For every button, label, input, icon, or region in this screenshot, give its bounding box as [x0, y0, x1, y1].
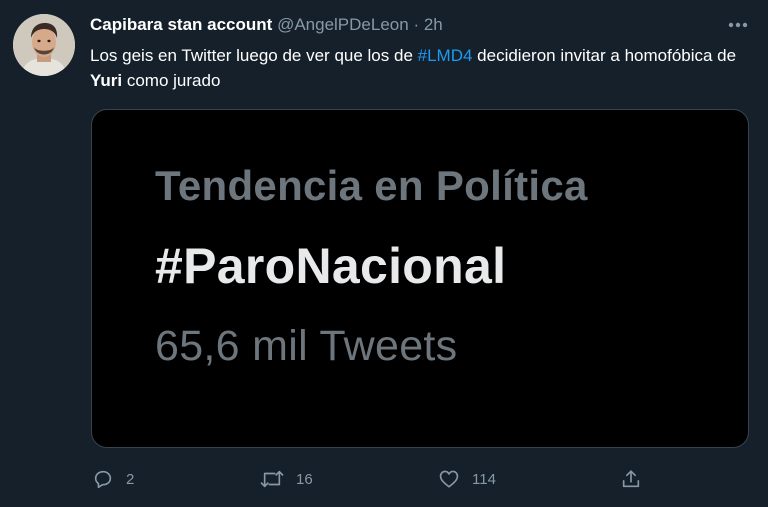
timestamp[interactable]: 2h [424, 15, 443, 34]
separator-dot: · [413, 15, 420, 34]
tweet-media-image[interactable]: Tendencia en Política #ParoNacional 65,6… [91, 109, 749, 448]
retweet-button[interactable]: 16 [260, 464, 313, 494]
hashtag-link[interactable]: #LMD4 [418, 46, 473, 65]
tweet-text: Los geis en Twitter luego de ver que los… [90, 43, 740, 93]
tweet-text-part2: decidieron invitar a homofóbica de [472, 46, 737, 65]
share-button[interactable] [620, 464, 642, 494]
retweet-icon [260, 470, 284, 488]
tweet-actions: 2 16 114 [90, 464, 650, 494]
like-button[interactable]: 114 [438, 464, 496, 494]
user-handle[interactable]: @AngelPDeLeon [277, 15, 409, 34]
more-dots-icon [728, 22, 748, 28]
like-count: 114 [472, 470, 496, 488]
reply-count: 2 [126, 470, 135, 488]
reply-button[interactable]: 2 [92, 464, 134, 494]
retweet-count: 16 [296, 470, 313, 488]
media-trend-hashtag: #ParoNacional [155, 238, 507, 294]
tweet-header: Capibara stan account @AngelPDeLeon · 2h [90, 14, 443, 36]
reply-icon [94, 470, 112, 489]
avatar-image [13, 14, 75, 76]
more-options-button[interactable] [726, 14, 750, 36]
tweet-text-part3: como jurado [122, 71, 221, 90]
media-trend-category: Tendencia en Política [155, 162, 588, 209]
heart-icon [439, 470, 459, 488]
avatar[interactable] [13, 14, 75, 76]
share-icon [622, 470, 640, 488]
tweet-text-bold: Yuri [90, 71, 123, 90]
tweet-text-part1: Los geis en Twitter luego de ver que los… [90, 46, 418, 65]
tweet[interactable]: Capibara stan account @AngelPDeLeon · 2h… [0, 0, 768, 507]
media-trend-count: 65,6 mil Tweets [155, 322, 458, 370]
display-name[interactable]: Capibara stan account [90, 15, 272, 34]
